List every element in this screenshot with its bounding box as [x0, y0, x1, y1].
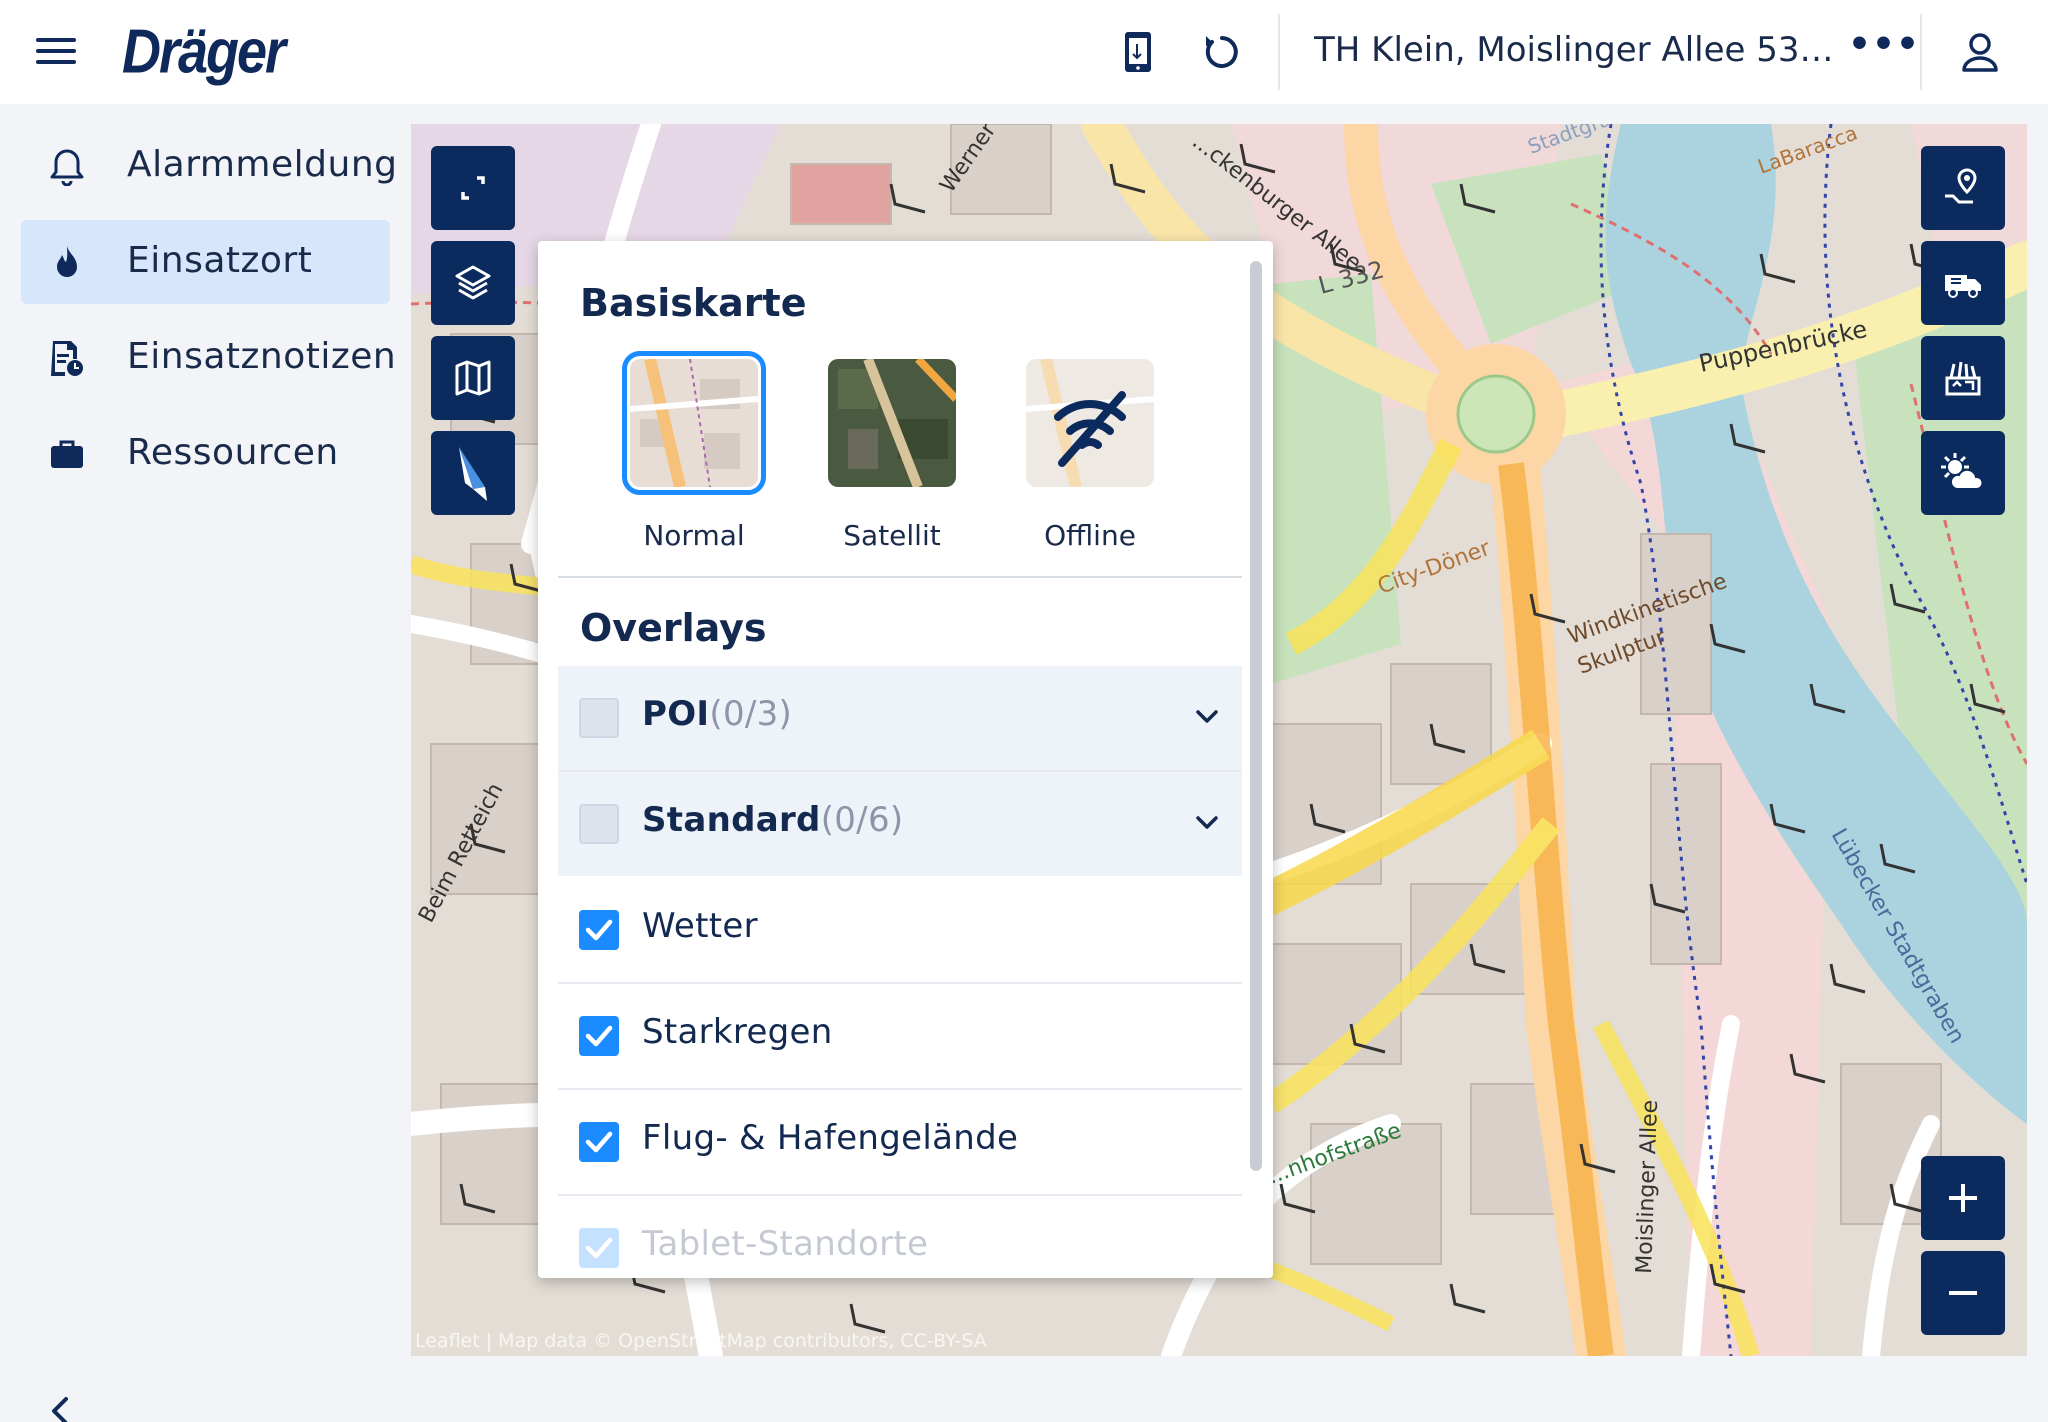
- plus-icon: [1949, 1184, 1977, 1212]
- sidebar-item-label: Einsatzort: [127, 240, 313, 281]
- checkbox-checked[interactable]: [579, 1122, 619, 1162]
- bell-icon: [50, 149, 84, 186]
- overlay-group-poi[interactable]: POI(0/3): [558, 666, 1242, 770]
- sidebar-item-label: Ressourcen: [127, 432, 339, 473]
- layer-panel: Basiskarte Normal Satellit Offline Overl…: [538, 241, 1273, 1278]
- overlay-item-tablet-standorte[interactable]: Tablet-Standorte: [558, 1196, 1242, 1278]
- sidebar-item-label: Alarmmeldung: [127, 144, 398, 185]
- sidebar-item-einsatzort[interactable]: Einsatzort: [21, 220, 390, 304]
- sidebar-item-label: Einsatznotizen: [127, 336, 397, 377]
- basemap-normal-thumbnail[interactable]: [622, 351, 766, 495]
- checkbox-checked[interactable]: [579, 1228, 619, 1268]
- overlay-label: POI(0/3): [642, 694, 793, 734]
- tablet-sync-icon[interactable]: [1116, 30, 1160, 74]
- sidebar-item-ressourcen[interactable]: Ressourcen: [21, 412, 390, 496]
- panel-scrollbar[interactable]: [1250, 261, 1262, 1171]
- fullscreen-icon: [461, 176, 485, 200]
- overlay-item-wetter[interactable]: Wetter: [558, 878, 1242, 982]
- header-divider: [1920, 14, 1922, 90]
- user-icon[interactable]: [1958, 30, 2002, 74]
- minus-icon: [1949, 1291, 1977, 1295]
- incident-location[interactable]: TH Klein, Moislinger Allee 53-...: [1314, 30, 1834, 70]
- map-attribution[interactable]: Leaflet | Map data © OpenStreetMap contr…: [415, 1330, 987, 1352]
- fullscreen-button[interactable]: [431, 146, 515, 230]
- compass-needle-icon: [459, 447, 487, 501]
- basemap-title: Basiskarte: [580, 281, 807, 325]
- app-header: Dräger TH Klein, Moislinger Allee 53-...…: [0, 0, 2048, 104]
- street-map-thumbnail-icon: [630, 359, 758, 487]
- weather-button[interactable]: [1921, 431, 2005, 515]
- overlay-group-standard[interactable]: Standard(0/6): [558, 772, 1242, 876]
- header-divider: [1278, 14, 1280, 90]
- notes-clock-icon: [51, 341, 83, 376]
- tactical-symbols-icon: [1945, 361, 1981, 396]
- map-book-icon: [455, 360, 491, 396]
- overlay-label: Flug- & Hafengelände: [642, 1118, 1019, 1158]
- zoom-out-button[interactable]: [1921, 1251, 2005, 1335]
- location-pin-icon: [1945, 168, 1977, 204]
- fire-truck-icon: [1945, 275, 1981, 298]
- chevron-down-icon[interactable]: [1194, 704, 1220, 730]
- sidebar-item-alarmmeldung[interactable]: Alarmmeldung: [21, 124, 397, 208]
- locate-incident-button[interactable]: [1921, 146, 2005, 230]
- brand-logo: Dräger: [122, 17, 286, 87]
- layers-icon: [455, 265, 491, 300]
- basemap-label: Satellit: [843, 519, 941, 552]
- basemap-label: Offline: [1044, 519, 1136, 552]
- map-book-button[interactable]: [431, 336, 515, 420]
- overlay-label: Tablet-Standorte: [642, 1224, 929, 1264]
- vehicles-button[interactable]: [1921, 241, 2005, 325]
- collapse-sidebar-icon[interactable]: [44, 1391, 76, 1422]
- layers-button[interactable]: [431, 241, 515, 325]
- weather-sun-cloud-icon: [1941, 453, 1984, 490]
- zoom-in-button[interactable]: [1921, 1156, 2005, 1240]
- overlay-item-flug-hafengelaende[interactable]: Flug- & Hafengelände: [558, 1090, 1242, 1194]
- basemap-satellite-thumbnail[interactable]: [828, 359, 956, 487]
- wifi-off-icon: [1026, 359, 1154, 487]
- overlay-label: Standard(0/6): [642, 800, 904, 840]
- refresh-icon[interactable]: [1200, 30, 1244, 74]
- overlay-label: Starkregen: [642, 1012, 833, 1052]
- more-options-icon[interactable]: •••: [1848, 24, 1920, 65]
- briefcase-icon: [51, 440, 83, 468]
- basemap-label: Normal: [643, 519, 745, 552]
- sidebar: Alarmmeldung Einsatzort Einsatznotizen R…: [0, 104, 410, 1422]
- checkbox-checked[interactable]: [579, 1016, 619, 1056]
- basemap-offline-thumbnail[interactable]: [1026, 359, 1154, 487]
- overlay-label: Wetter: [642, 906, 758, 946]
- sidebar-item-einsatznotizen[interactable]: Einsatznotizen: [21, 316, 396, 400]
- tactical-symbols-button[interactable]: [1921, 336, 2005, 420]
- panel-divider: [558, 576, 1242, 578]
- overlays-title: Overlays: [580, 606, 767, 650]
- menu-icon[interactable]: [36, 38, 76, 66]
- compass-button[interactable]: [431, 431, 515, 515]
- chevron-down-icon[interactable]: [1194, 810, 1220, 836]
- checkbox[interactable]: [579, 804, 619, 844]
- checkbox[interactable]: [579, 698, 619, 738]
- flame-icon: [57, 246, 77, 277]
- satellite-thumbnail-icon: [828, 359, 956, 487]
- checkbox-checked[interactable]: [579, 910, 619, 950]
- overlay-item-starkregen[interactable]: Starkregen: [558, 984, 1242, 1088]
